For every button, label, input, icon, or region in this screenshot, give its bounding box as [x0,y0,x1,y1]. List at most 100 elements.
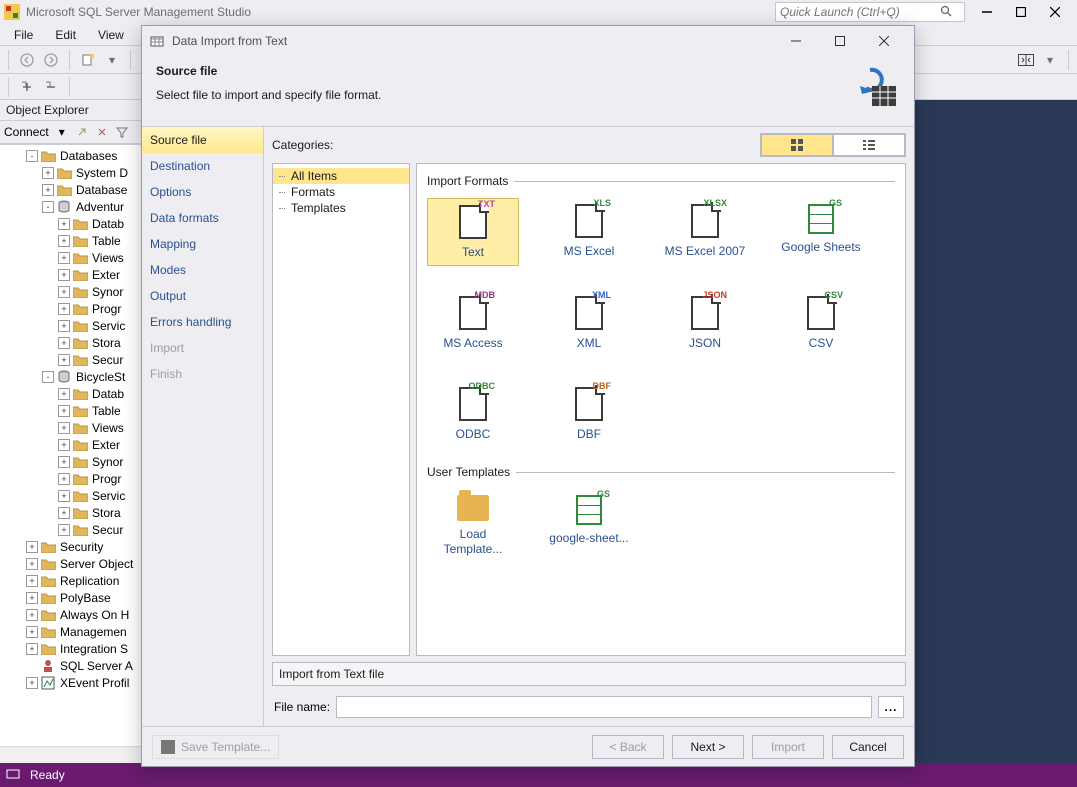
expand-toggle-icon[interactable]: + [26,643,38,655]
browse-button[interactable]: ... [878,696,904,718]
expand-toggle-icon[interactable]: + [26,592,38,604]
dialog-maximize-button[interactable] [818,27,862,55]
expand-toggle-icon[interactable]: + [58,422,70,434]
save-template-button[interactable]: Save Template... [152,735,279,759]
file-name-input[interactable] [336,696,872,718]
expand-toggle-icon[interactable]: + [58,388,70,400]
expand-toggle-icon[interactable]: + [58,490,70,502]
wizard-step[interactable]: Modes [142,257,263,283]
expand-toggle-icon[interactable]: + [58,303,70,315]
format-tile[interactable]: GSgoogle-sheet... [543,489,635,562]
filter-icon[interactable] [113,123,131,141]
expand-toggle-icon[interactable]: + [58,456,70,468]
expand-toggle-icon[interactable]: + [26,626,38,638]
format-tile[interactable]: ODBC ODBC [427,381,519,447]
format-tile[interactable]: XMLXML [543,290,635,356]
format-tile[interactable]: GSGoogle Sheets [775,198,867,266]
import-button[interactable]: Import [752,735,824,759]
expand-toggle-icon[interactable]: + [58,507,70,519]
expand-toggle-icon[interactable]: + [58,269,70,281]
tree-collapse-icon[interactable] [41,76,61,98]
format-tile[interactable]: MDBMS Access [427,290,519,356]
search-icon[interactable] [936,5,956,20]
quick-launch-input[interactable] [776,5,936,19]
next-button[interactable]: Next > [672,735,744,759]
wizard-step[interactable]: Source file [142,127,263,153]
view-list-button[interactable] [833,134,905,156]
format-tile[interactable]: CSVCSV [775,290,867,356]
menu-file[interactable]: File [4,26,43,44]
wizard-step[interactable]: Destination [142,153,263,179]
folder-icon [73,404,89,418]
view-icons-button[interactable] [761,134,833,156]
disconnect-icon[interactable] [93,123,111,141]
wizard-step[interactable]: Mapping [142,231,263,257]
dropdown-icon[interactable]: ▾ [102,49,122,71]
dialog-close-button[interactable] [862,27,906,55]
quick-launch[interactable] [775,2,965,22]
file-name-row: File name: ... [272,696,906,718]
minimize-button[interactable] [975,3,999,21]
cancel-button[interactable]: Cancel [832,735,904,759]
format-label: ODBC [456,427,491,441]
expand-toggle-icon[interactable]: + [26,541,38,553]
nav-back-icon[interactable] [17,49,37,71]
format-label: Text [462,245,484,259]
wizard-step[interactable]: Errors handling [142,309,263,335]
wizard-step[interactable]: Output [142,283,263,309]
back-button[interactable]: < Back [592,735,664,759]
new-query-icon[interactable] [78,49,98,71]
expand-toggle-icon[interactable]: + [58,473,70,485]
format-tile[interactable]: JSONJSON [659,290,751,356]
format-tile[interactable]: DBFDBF [543,381,635,447]
format-tile[interactable]: TXTText [427,198,519,266]
maximize-button[interactable] [1009,3,1033,21]
connect-label[interactable]: Connect [4,125,51,139]
file-icon: ODBC [459,387,487,421]
expand-toggle-icon[interactable]: - [42,201,54,213]
expand-toggle-icon[interactable]: + [58,252,70,264]
format-tile[interactable]: Load Template... [427,489,519,562]
wizard-step[interactable]: Data formats [142,205,263,231]
menu-edit[interactable]: Edit [45,26,86,44]
expand-toggle-icon[interactable]: + [58,354,70,366]
expand-toggle-icon[interactable]: + [58,524,70,536]
expand-toggle-icon[interactable]: - [26,150,38,162]
category-item[interactable]: All Items [273,168,409,184]
expand-toggle-icon[interactable]: + [58,286,70,298]
menu-view[interactable]: View [88,26,134,44]
window-split-icon[interactable] [1016,49,1036,71]
expand-toggle-icon[interactable]: + [26,609,38,621]
format-tile[interactable]: XLSXMS Excel 2007 [659,198,751,266]
expand-toggle-icon[interactable] [26,660,38,672]
expand-toggle-icon[interactable]: + [26,575,38,587]
toolbar-overflow-icon[interactable]: ▾ [1040,49,1060,71]
expand-toggle-icon[interactable]: + [42,184,54,196]
expand-toggle-icon[interactable]: + [58,439,70,451]
format-tile[interactable]: XLSMS Excel [543,198,635,266]
tree-node-label: SQL Server A [60,659,133,673]
folder-icon [41,608,57,622]
category-item[interactable]: Formats [273,184,409,200]
category-item[interactable]: Templates [273,200,409,216]
categories-tree[interactable]: All ItemsFormatsTemplates [272,163,410,656]
tree-expand-icon[interactable] [17,76,37,98]
tree-node-label: Exter [92,268,120,282]
expand-toggle-icon[interactable]: - [42,371,54,383]
expand-toggle-icon[interactable]: + [58,337,70,349]
close-button[interactable] [1043,3,1067,21]
connect-plug-icon[interactable] [73,123,91,141]
expand-toggle-icon[interactable]: + [42,167,54,179]
dialog-titlebar[interactable]: Data Import from Text [142,26,914,56]
expand-toggle-icon[interactable]: + [26,677,38,689]
nav-fwd-icon[interactable] [41,49,61,71]
wizard-step[interactable]: Options [142,179,263,205]
dialog-minimize-button[interactable] [774,27,818,55]
connect-dropdown-icon[interactable]: ▾ [53,123,71,141]
expand-toggle-icon[interactable]: + [58,235,70,247]
expand-toggle-icon[interactable]: + [26,558,38,570]
expand-toggle-icon[interactable]: + [58,218,70,230]
expand-toggle-icon[interactable]: + [58,320,70,332]
expand-toggle-icon[interactable]: + [58,405,70,417]
tree-node-label: Security [60,540,103,554]
